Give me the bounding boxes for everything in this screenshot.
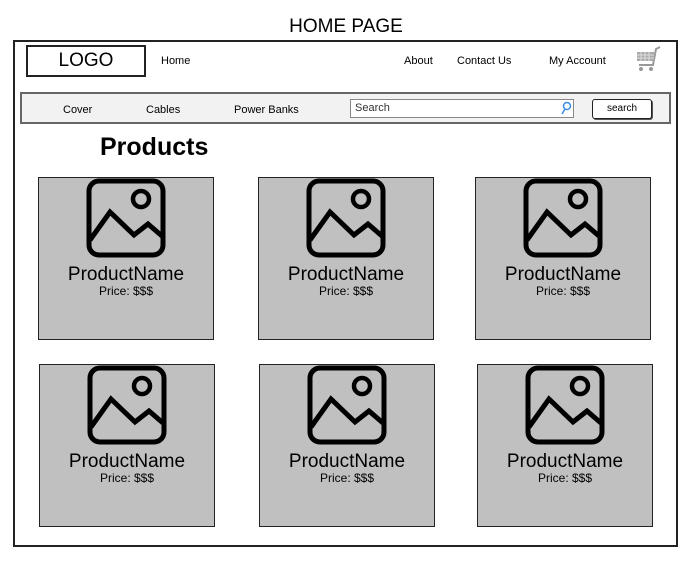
product-card[interactable]: ProductName Price: $$$: [477, 364, 653, 527]
product-name[interactable]: ProductName: [478, 451, 652, 473]
image-placeholder-icon: [306, 178, 386, 258]
product-name[interactable]: ProductName: [476, 264, 650, 286]
product-card[interactable]: ProductName Price: $$$: [259, 364, 435, 527]
product-price: Price: $$$: [99, 471, 155, 485]
category-power-banks[interactable]: Power Banks: [234, 104, 299, 116]
nav-home[interactable]: Home: [161, 55, 190, 67]
cart-icon[interactable]: [635, 45, 661, 78]
product-price: Price: $$$: [535, 284, 591, 298]
product-name[interactable]: ProductName: [39, 264, 213, 286]
product-price: Price: $$$: [319, 471, 375, 485]
products-heading: Products: [100, 133, 209, 161]
image-placeholder-icon: [307, 365, 387, 445]
search-button[interactable]: search: [592, 99, 652, 119]
image-placeholder-icon: [86, 178, 166, 258]
nav-contact[interactable]: Contact Us: [457, 55, 511, 67]
product-price: Price: $$$: [537, 471, 593, 485]
nav-about[interactable]: About: [404, 55, 433, 67]
search-icon[interactable]: [560, 101, 572, 120]
product-card[interactable]: ProductName Price: $$$: [475, 177, 651, 340]
product-name[interactable]: ProductName: [40, 451, 214, 473]
product-card[interactable]: ProductName Price: $$$: [258, 177, 434, 340]
logo[interactable]: LOGO: [26, 45, 146, 77]
product-price: Price: $$$: [98, 284, 154, 298]
category-cables[interactable]: Cables: [146, 104, 180, 116]
product-name[interactable]: ProductName: [260, 451, 434, 473]
product-card[interactable]: ProductName Price: $$$: [38, 177, 214, 340]
product-name[interactable]: ProductName: [259, 264, 433, 286]
page-title: HOME PAGE: [289, 16, 403, 37]
category-cover[interactable]: Cover: [63, 104, 92, 116]
product-price: Price: $$$: [318, 284, 374, 298]
image-placeholder-icon: [525, 365, 605, 445]
search-input[interactable]: Search: [350, 99, 574, 118]
image-placeholder-icon: [523, 178, 603, 258]
nav-my-account[interactable]: My Account: [549, 55, 606, 67]
image-placeholder-icon: [87, 365, 167, 445]
product-card[interactable]: ProductName Price: $$$: [39, 364, 215, 527]
